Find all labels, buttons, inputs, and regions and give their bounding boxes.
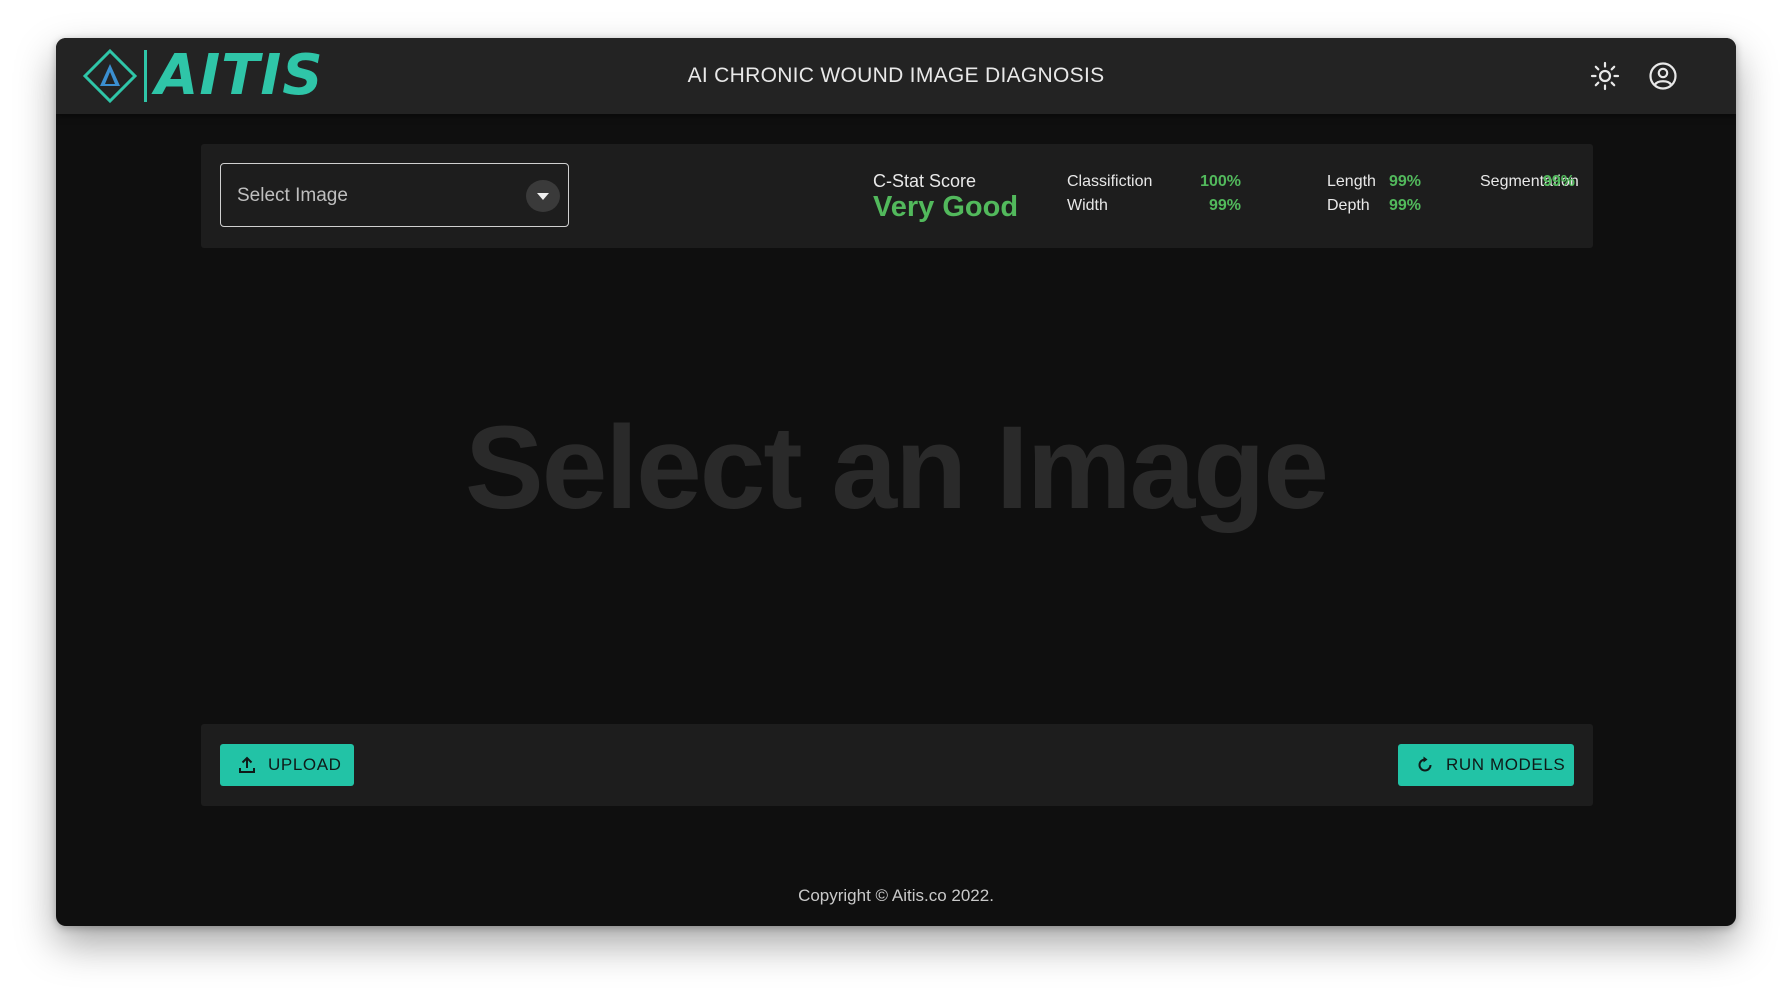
metric-classification-value: 100% bbox=[1200, 173, 1241, 190]
action-bar: UPLOAD RUN MODELS bbox=[201, 724, 1593, 806]
refresh-icon bbox=[1418, 756, 1432, 772]
app-bar: AITIS AI CHRONIC WOUND IMAGE DIAGNOSIS bbox=[56, 38, 1736, 114]
app-window: AITIS AI CHRONIC WOUND IMAGE DIAGNOSIS S… bbox=[56, 38, 1736, 926]
cstat-score: C-Stat Score Very Good bbox=[873, 170, 1018, 222]
diamond-logo-icon bbox=[82, 48, 138, 104]
brand-logo[interactable]: AITIS bbox=[82, 46, 324, 106]
empty-image-placeholder: Select an Image bbox=[465, 402, 1329, 534]
sun-icon bbox=[1590, 61, 1620, 91]
dropdown-button[interactable] bbox=[526, 180, 560, 212]
brand-name: AITIS bbox=[155, 43, 324, 108]
metric-segmentation-value: 99% bbox=[1542, 173, 1575, 190]
theme-toggle-button[interactable] bbox=[1587, 58, 1623, 94]
upload-button[interactable]: UPLOAD bbox=[220, 744, 354, 786]
account-button[interactable] bbox=[1645, 58, 1681, 94]
metric-width-value: 99% bbox=[1208, 197, 1241, 214]
image-select-placeholder: Select Image bbox=[237, 185, 348, 206]
diagnosis-toolbar: Select Image C-Stat Score Very Good Clas… bbox=[201, 144, 1593, 248]
chevron-down-icon bbox=[537, 193, 549, 200]
upload-button-label: UPLOAD bbox=[268, 755, 342, 774]
metric-depth-label: Depth bbox=[1327, 197, 1370, 214]
run-models-button-label: RUN MODELS bbox=[1446, 755, 1566, 774]
logo-divider bbox=[144, 50, 147, 102]
metric-classification-label: Classifiction bbox=[1067, 173, 1153, 190]
metric-width-label: Width bbox=[1067, 197, 1108, 214]
account-circle-icon bbox=[1649, 62, 1677, 90]
metric-length-label: Length bbox=[1327, 173, 1376, 190]
metric-depth-value: 99% bbox=[1388, 197, 1421, 214]
image-select[interactable]: Select Image bbox=[220, 163, 569, 227]
upload-icon bbox=[239, 756, 255, 773]
cstat-label: C-Stat Score bbox=[873, 171, 977, 191]
run-models-button[interactable]: RUN MODELS bbox=[1398, 744, 1574, 786]
copyright-footer: Copyright © Aitis.co 2022. bbox=[798, 886, 994, 905]
metric-length-value: 99% bbox=[1388, 173, 1421, 190]
cstat-value: Very Good bbox=[873, 191, 1019, 223]
